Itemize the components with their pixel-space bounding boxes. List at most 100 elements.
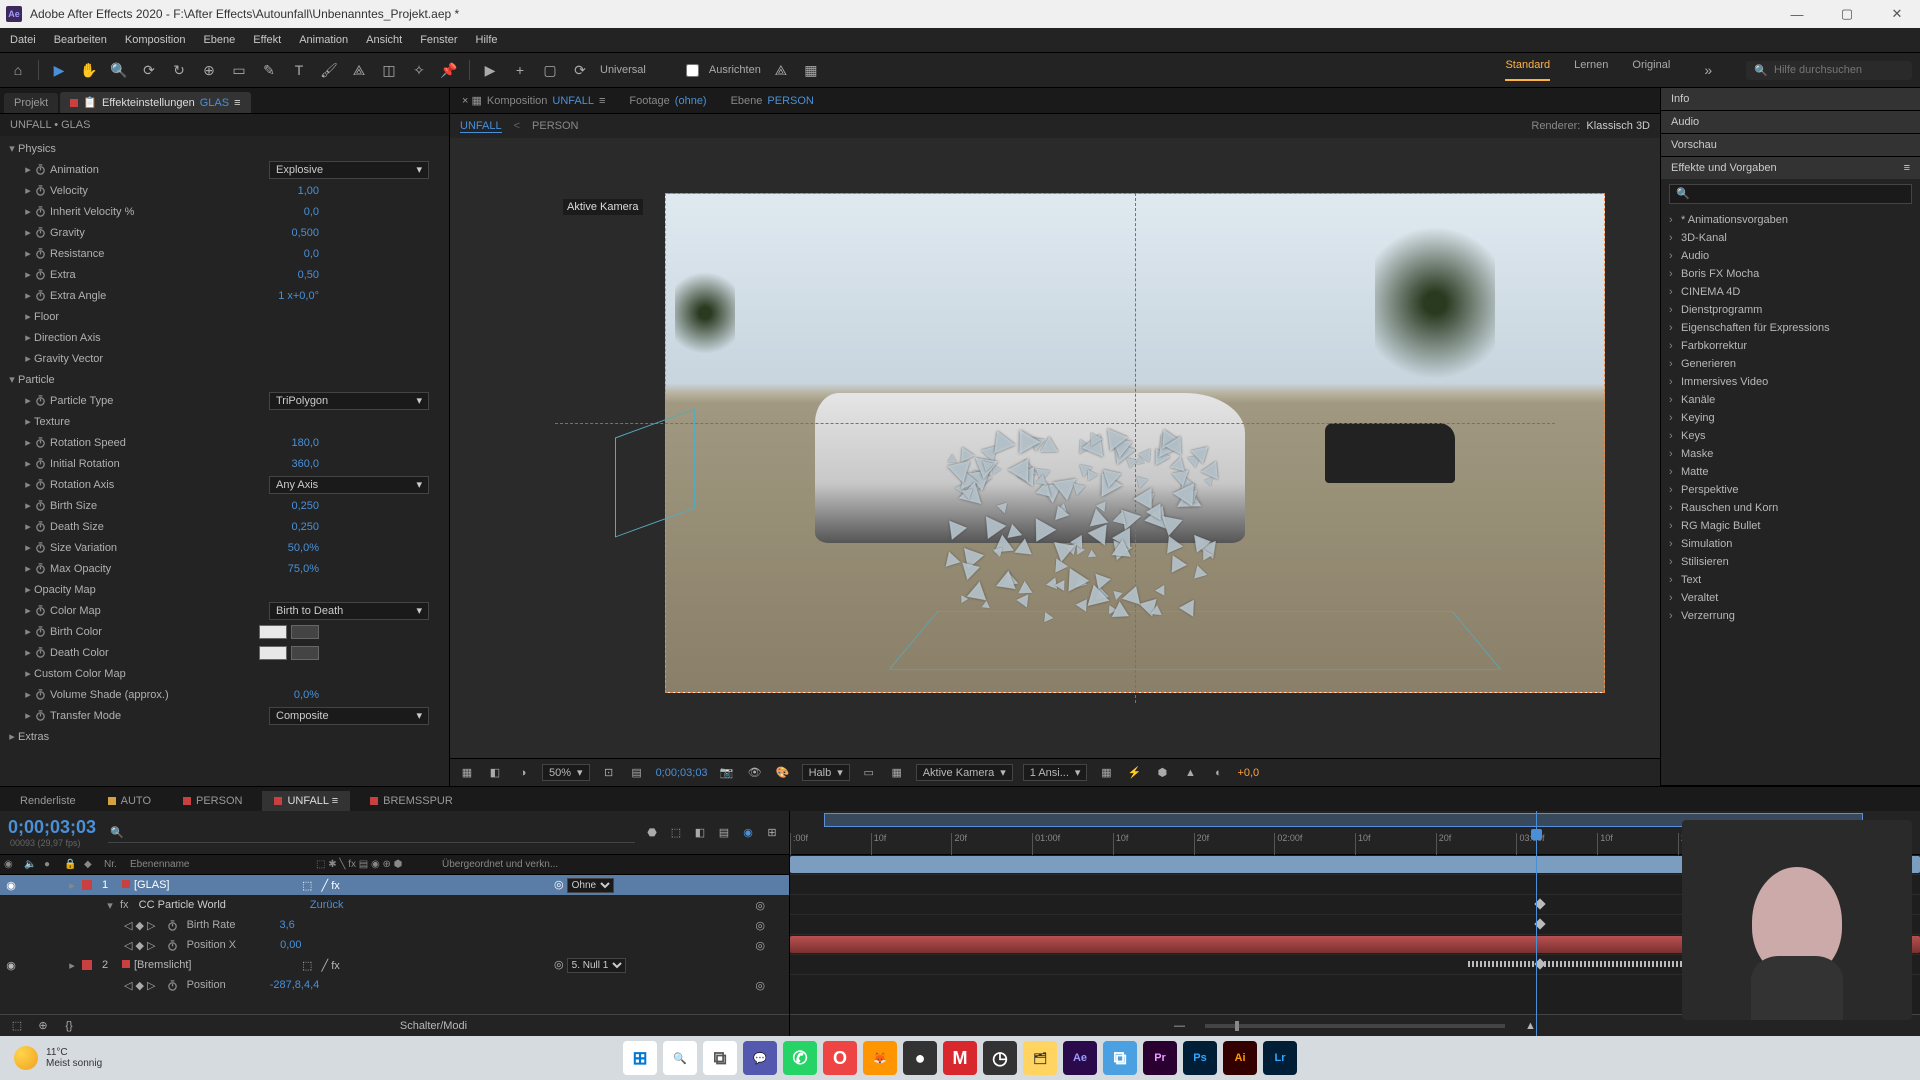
- new-layer-icon[interactable]: ▶: [480, 60, 500, 80]
- preset-cinema-4d[interactable]: CINEMA 4D: [1661, 283, 1920, 301]
- preset-3d-kanal[interactable]: 3D-Kanal: [1661, 229, 1920, 247]
- fx-birth-size[interactable]: ▸Birth Size0,250: [0, 495, 449, 516]
- fx-volume-shade-approx-[interactable]: ▸Volume Shade (approx.)0,0%: [0, 684, 449, 705]
- fx-max-opacity[interactable]: ▸Max Opacity75,0%: [0, 558, 449, 579]
- clone-tool-icon[interactable]: ⟁: [349, 60, 369, 80]
- taskbar-mega[interactable]: M: [943, 1041, 977, 1075]
- preset-immersives-video[interactable]: Immersives Video: [1661, 373, 1920, 391]
- layer-prop-position-x[interactable]: ◁ ◆ ▷ Position X0,00◎: [0, 935, 789, 955]
- resolution-dropdown[interactable]: Halb ▾: [802, 764, 850, 781]
- fx-gravity[interactable]: ▸Gravity0,500: [0, 222, 449, 243]
- preset-text[interactable]: Text: [1661, 571, 1920, 589]
- weather-widget[interactable]: 11°C Meist sonnig: [14, 1046, 102, 1070]
- stopwatch-icon[interactable]: [34, 185, 46, 197]
- shy-icon[interactable]: ◧: [691, 824, 709, 842]
- fx-transfer-mode[interactable]: ▸Transfer ModeComposite▾: [0, 705, 449, 726]
- color-swatch[interactable]: [259, 625, 287, 639]
- preset-rg-magic-bullet[interactable]: RG Magic Bullet: [1661, 517, 1920, 535]
- stopwatch-icon[interactable]: [34, 269, 46, 281]
- workspace-original[interactable]: Original: [1632, 59, 1670, 81]
- color-swatch[interactable]: [291, 646, 319, 660]
- menu-fenster[interactable]: Fenster: [420, 34, 457, 46]
- stopwatch-icon[interactable]: [34, 395, 46, 407]
- fx-birth-color[interactable]: ▸Birth Color: [0, 621, 449, 642]
- close-button[interactable]: ✕: [1880, 3, 1914, 25]
- grid-icon[interactable]: ▦: [888, 764, 906, 782]
- channel-icon[interactable]: 🎨: [774, 764, 792, 782]
- pix-icon[interactable]: ▦: [1097, 764, 1115, 782]
- comp-crumb-2[interactable]: PERSON: [532, 120, 578, 132]
- fx-particle-type[interactable]: ▸Particle TypeTriPolygon▾: [0, 390, 449, 411]
- layer-search-input[interactable]: [124, 825, 633, 840]
- keyframe-nav-icon[interactable]: ◁ ◆ ▷: [124, 919, 156, 932]
- taskbar-obs-icon[interactable]: ●: [903, 1041, 937, 1075]
- puppet-tool-icon[interactable]: 📌: [439, 60, 459, 80]
- workspace-lernen[interactable]: Lernen: [1574, 59, 1608, 81]
- exposure-value[interactable]: +0,0: [1237, 767, 1259, 779]
- fx-color-map[interactable]: ▸Color MapBirth to Death▾: [0, 600, 449, 621]
- playhead[interactable]: [1536, 811, 1537, 1036]
- timeline-timecode[interactable]: 0;00;03;03: [8, 817, 96, 838]
- brush-tool-icon[interactable]: 🖌: [319, 60, 339, 80]
- preset-kan-le[interactable]: Kanäle: [1661, 391, 1920, 409]
- composition-viewport[interactable]: Aktive Kamera: [450, 138, 1660, 758]
- menu-ebene[interactable]: Ebene: [203, 34, 235, 46]
- fx-extras[interactable]: ▸Extras: [0, 726, 449, 747]
- comp-tab-2[interactable]: Ebene PERSON: [725, 91, 820, 111]
- help-search[interactable]: 🔍: [1746, 61, 1912, 80]
- stopwatch-icon[interactable]: [34, 710, 46, 722]
- zoom-tool-icon[interactable]: 🔍: [109, 60, 129, 80]
- preset-rauschen-und-korn[interactable]: Rauschen und Korn: [1661, 499, 1920, 517]
- stopwatch-icon[interactable]: [34, 542, 46, 554]
- stopwatch-icon[interactable]: [34, 227, 46, 239]
- draft3d-icon[interactable]: ⬚: [667, 824, 685, 842]
- toggle-mask-icon[interactable]: ◑: [514, 764, 532, 782]
- menu-komposition[interactable]: Komposition: [125, 34, 186, 46]
- region-icon[interactable]: ▦: [458, 764, 476, 782]
- stopwatch-icon[interactable]: [34, 647, 46, 659]
- taskbar-opera[interactable]: O: [823, 1041, 857, 1075]
- fx-velocity[interactable]: ▸Velocity1,00: [0, 180, 449, 201]
- fx-extra-angle[interactable]: ▸Extra Angle1 x+0,0°: [0, 285, 449, 306]
- taskbar-explorer[interactable]: 🗂: [1023, 1041, 1057, 1075]
- stopwatch-icon[interactable]: [34, 458, 46, 470]
- menu-effekt[interactable]: Effekt: [253, 34, 281, 46]
- show-snapshot-icon[interactable]: 👁: [746, 764, 764, 782]
- taskbar-task-view[interactable]: ⧉: [703, 1041, 737, 1075]
- stopwatch-icon[interactable]: [34, 206, 46, 218]
- layer-row-1[interactable]: ◉▸1[GLAS]⬚ ╱ fx◎ Ohne: [0, 875, 789, 895]
- eraser-tool-icon[interactable]: ◫: [379, 60, 399, 80]
- menu-datei[interactable]: Datei: [10, 34, 36, 46]
- taskbar-clock-app[interactable]: ◷: [983, 1041, 1017, 1075]
- text-tool-icon[interactable]: T: [289, 60, 309, 80]
- maximize-button[interactable]: ▢: [1830, 3, 1864, 25]
- taskbar-photoshop[interactable]: Ps: [1183, 1041, 1217, 1075]
- presets-panel-header[interactable]: Effekte und Vorgaben≡: [1661, 157, 1920, 179]
- d2-icon[interactable]: ▤: [628, 764, 646, 782]
- timeline-tab-person[interactable]: PERSON: [171, 791, 254, 811]
- taskbar-premiere[interactable]: Pr: [1143, 1041, 1177, 1075]
- visibility-icon[interactable]: ◉: [4, 879, 18, 892]
- rect-tool-icon[interactable]: ▭: [229, 60, 249, 80]
- switches-modes-label[interactable]: Schalter/Modi: [86, 1020, 781, 1032]
- keyframe-nav-icon[interactable]: ◁ ◆ ▷: [124, 939, 156, 952]
- preset-maske[interactable]: Maske: [1661, 445, 1920, 463]
- fx-initial-rotation[interactable]: ▸Initial Rotation360,0: [0, 453, 449, 474]
- toggle-alpha-icon[interactable]: ◧: [486, 764, 504, 782]
- help-search-input[interactable]: [1774, 64, 1904, 76]
- add-icon[interactable]: +: [510, 60, 530, 80]
- fast-icon[interactable]: ⚡: [1125, 764, 1143, 782]
- 3d-icon[interactable]: ⬢: [1153, 764, 1171, 782]
- hand-tool-icon[interactable]: ✋: [79, 60, 99, 80]
- selection-tool-icon[interactable]: ▶: [49, 60, 69, 80]
- pen-tool-icon[interactable]: ✎: [259, 60, 279, 80]
- preset--animationsvorgaben[interactable]: * Animationsvorgaben: [1661, 211, 1920, 229]
- color-swatch[interactable]: [259, 646, 287, 660]
- layer-row-2[interactable]: ◉▸2[Bremslicht]⬚ ╱ fx◎ 5. Null 1: [0, 955, 789, 975]
- stopwatch-icon[interactable]: [34, 164, 46, 176]
- camera-dropdown[interactable]: Aktive Kamera ▾: [916, 764, 1013, 781]
- visibility-icon[interactable]: ◉: [4, 959, 18, 972]
- timeline-tab-auto[interactable]: AUTO: [96, 791, 163, 811]
- stopwatch-icon[interactable]: [34, 479, 46, 491]
- menu-ansicht[interactable]: Ansicht: [366, 34, 402, 46]
